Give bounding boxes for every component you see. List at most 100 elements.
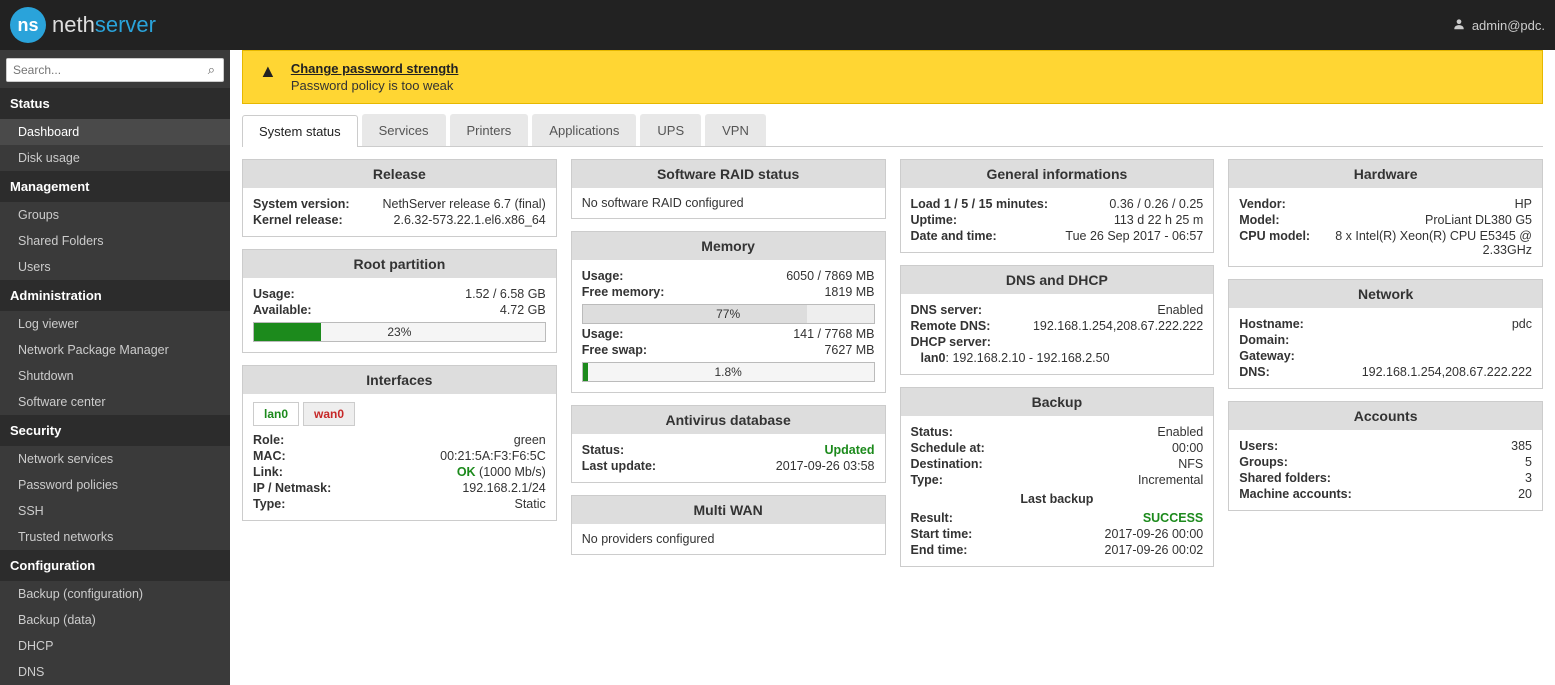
tab-system-status[interactable]: System status bbox=[242, 115, 358, 147]
mem-free-k: Free memory: bbox=[582, 285, 665, 299]
panel-accounts: Accounts Users:385 Groups:5 Shared folde… bbox=[1228, 401, 1543, 511]
acc-machines-k: Machine accounts: bbox=[1239, 487, 1352, 501]
bk-status-k: Status: bbox=[911, 425, 953, 439]
panel-title: Network bbox=[1229, 280, 1542, 308]
search-icon[interactable]: ⌕ bbox=[200, 59, 223, 81]
panel-title: Multi WAN bbox=[572, 496, 885, 524]
swap-usage-k: Usage: bbox=[582, 327, 624, 341]
nav-item-dashboard[interactable]: Dashboard bbox=[0, 119, 230, 145]
iface-tab-lan0[interactable]: lan0 bbox=[253, 402, 299, 426]
bk-start-v: 2017-09-26 00:00 bbox=[1105, 527, 1204, 541]
net-dns-k: DNS: bbox=[1239, 365, 1270, 379]
tab-ups[interactable]: UPS bbox=[640, 114, 701, 146]
gen-date-k: Date and time: bbox=[911, 229, 997, 243]
logo-text: nethserver bbox=[52, 12, 156, 38]
iface-role-k: Role: bbox=[253, 433, 284, 447]
iface-type-k: Type: bbox=[253, 497, 285, 511]
av-last-k: Last update: bbox=[582, 459, 656, 473]
hw-cpu-v: 8 x Intel(R) Xeon(R) CPU E5345 @ 2.33GHz bbox=[1333, 229, 1532, 257]
bk-end-k: End time: bbox=[911, 543, 968, 557]
panel-title: Software RAID status bbox=[572, 160, 885, 188]
panel-release: Release System version:NethServer releas… bbox=[242, 159, 557, 237]
net-dns-v: 192.168.1.254,208.67.222.222 bbox=[1362, 365, 1532, 379]
tab-services[interactable]: Services bbox=[362, 114, 446, 146]
user-icon bbox=[1452, 17, 1466, 34]
alert-banner: ▲ Change password strength Password poli… bbox=[242, 50, 1543, 104]
nav-item-diskusage[interactable]: Disk usage bbox=[0, 145, 230, 171]
tab-applications[interactable]: Applications bbox=[532, 114, 636, 146]
main: ▲ Change password strength Password poli… bbox=[230, 50, 1555, 685]
search-input[interactable] bbox=[7, 59, 200, 81]
dns-remote-k: Remote DNS: bbox=[911, 319, 991, 333]
swap-progress-pct: 1.8% bbox=[583, 365, 874, 379]
nav-item-passwordpolicies[interactable]: Password policies bbox=[0, 472, 230, 498]
nav-section-status: Status bbox=[0, 88, 230, 119]
hw-model-v: ProLiant DL380 G5 bbox=[1425, 213, 1532, 227]
panel-memory: Memory Usage:6050 / 7869 MB Free memory:… bbox=[571, 231, 886, 393]
dhcp-lan: lan0: 192.168.2.10 - 192.168.2.50 bbox=[921, 351, 1110, 365]
raid-msg: No software RAID configured bbox=[582, 196, 744, 210]
acc-groups-k: Groups: bbox=[1239, 455, 1288, 469]
panel-antivirus: Antivirus database Status:Updated Last u… bbox=[571, 405, 886, 483]
mem-usage-v: 6050 / 7869 MB bbox=[786, 269, 874, 283]
bk-dest-k: Destination: bbox=[911, 457, 983, 471]
tab-printers[interactable]: Printers bbox=[450, 114, 529, 146]
panel-backup: Backup Status:Enabled Schedule at:00:00 … bbox=[900, 387, 1215, 567]
net-host-v: pdc bbox=[1512, 317, 1532, 331]
acc-groups-v: 5 bbox=[1525, 455, 1532, 469]
warning-icon: ▲ bbox=[259, 61, 277, 82]
root-progress: 23% bbox=[253, 322, 546, 342]
panel-network: Network Hostname:pdc Domain: Gateway: DN… bbox=[1228, 279, 1543, 389]
topbar-user[interactable]: admin@pdc. bbox=[1452, 17, 1545, 34]
nav-item-networkservices[interactable]: Network services bbox=[0, 446, 230, 472]
swap-free-v: 7627 MB bbox=[824, 343, 874, 357]
swap-usage-v: 141 / 7768 MB bbox=[793, 327, 874, 341]
search-box[interactable]: ⌕ bbox=[6, 58, 224, 82]
net-host-k: Hostname: bbox=[1239, 317, 1304, 331]
alert-link[interactable]: Change password strength bbox=[291, 61, 459, 76]
panel-multiwan: Multi WAN No providers configured bbox=[571, 495, 886, 555]
release-kernel-k: Kernel release: bbox=[253, 213, 343, 227]
nav-item-ssh[interactable]: SSH bbox=[0, 498, 230, 524]
nav-item-logviewer[interactable]: Log viewer bbox=[0, 311, 230, 337]
nav-item-backupdata[interactable]: Backup (data) bbox=[0, 607, 230, 633]
bk-last-title: Last backup bbox=[911, 492, 1204, 506]
mem-progress: 77% bbox=[582, 304, 875, 324]
iface-ip-k: IP / Netmask: bbox=[253, 481, 331, 495]
bk-start-k: Start time: bbox=[911, 527, 973, 541]
gen-date-v: Tue 26 Sep 2017 - 06:57 bbox=[1065, 229, 1203, 243]
acc-shared-k: Shared folders: bbox=[1239, 471, 1331, 485]
nav-item-users[interactable]: Users bbox=[0, 254, 230, 280]
topbar: ns nethserver admin@pdc. bbox=[0, 0, 1555, 50]
hw-vendor-v: HP bbox=[1515, 197, 1532, 211]
bk-result-v: SUCCESS bbox=[1143, 511, 1203, 525]
panel-title: Backup bbox=[901, 388, 1214, 416]
nav-item-dhcp[interactable]: DHCP bbox=[0, 633, 230, 659]
bk-type-v: Incremental bbox=[1138, 473, 1203, 487]
nav-item-trustednetworks[interactable]: Trusted networks bbox=[0, 524, 230, 550]
panel-title: Interfaces bbox=[243, 366, 556, 394]
acc-shared-v: 3 bbox=[1525, 471, 1532, 485]
logo-icon: ns bbox=[10, 7, 46, 43]
nav-item-shutdown[interactable]: Shutdown bbox=[0, 363, 230, 389]
bk-end-v: 2017-09-26 00:02 bbox=[1105, 543, 1204, 557]
nav-item-dns[interactable]: DNS bbox=[0, 659, 230, 685]
iface-ip-v: 192.168.2.1/24 bbox=[462, 481, 545, 495]
iface-tab-wan0[interactable]: wan0 bbox=[303, 402, 355, 426]
net-domain-k: Domain: bbox=[1239, 333, 1289, 347]
root-progress-pct: 23% bbox=[254, 325, 545, 339]
nav-item-backupconfig[interactable]: Backup (configuration) bbox=[0, 581, 230, 607]
bk-sched-v: 00:00 bbox=[1172, 441, 1203, 455]
nav-item-sharedfolders[interactable]: Shared Folders bbox=[0, 228, 230, 254]
root-usage-v: 1.52 / 6.58 GB bbox=[465, 287, 546, 301]
bk-status-v: Enabled bbox=[1157, 425, 1203, 439]
iface-link-v: OK (1000 Mb/s) bbox=[457, 465, 546, 479]
nav-item-npm[interactable]: Network Package Manager bbox=[0, 337, 230, 363]
user-label: admin@pdc. bbox=[1472, 18, 1545, 33]
nav-item-softwarecenter[interactable]: Software center bbox=[0, 389, 230, 415]
release-sysver-v: NethServer release 6.7 (final) bbox=[382, 197, 545, 211]
tab-vpn[interactable]: VPN bbox=[705, 114, 766, 146]
tabs: System status Services Printers Applicat… bbox=[242, 114, 1543, 147]
nav-item-groups[interactable]: Groups bbox=[0, 202, 230, 228]
panel-dns-dhcp: DNS and DHCP DNS server:Enabled Remote D… bbox=[900, 265, 1215, 375]
